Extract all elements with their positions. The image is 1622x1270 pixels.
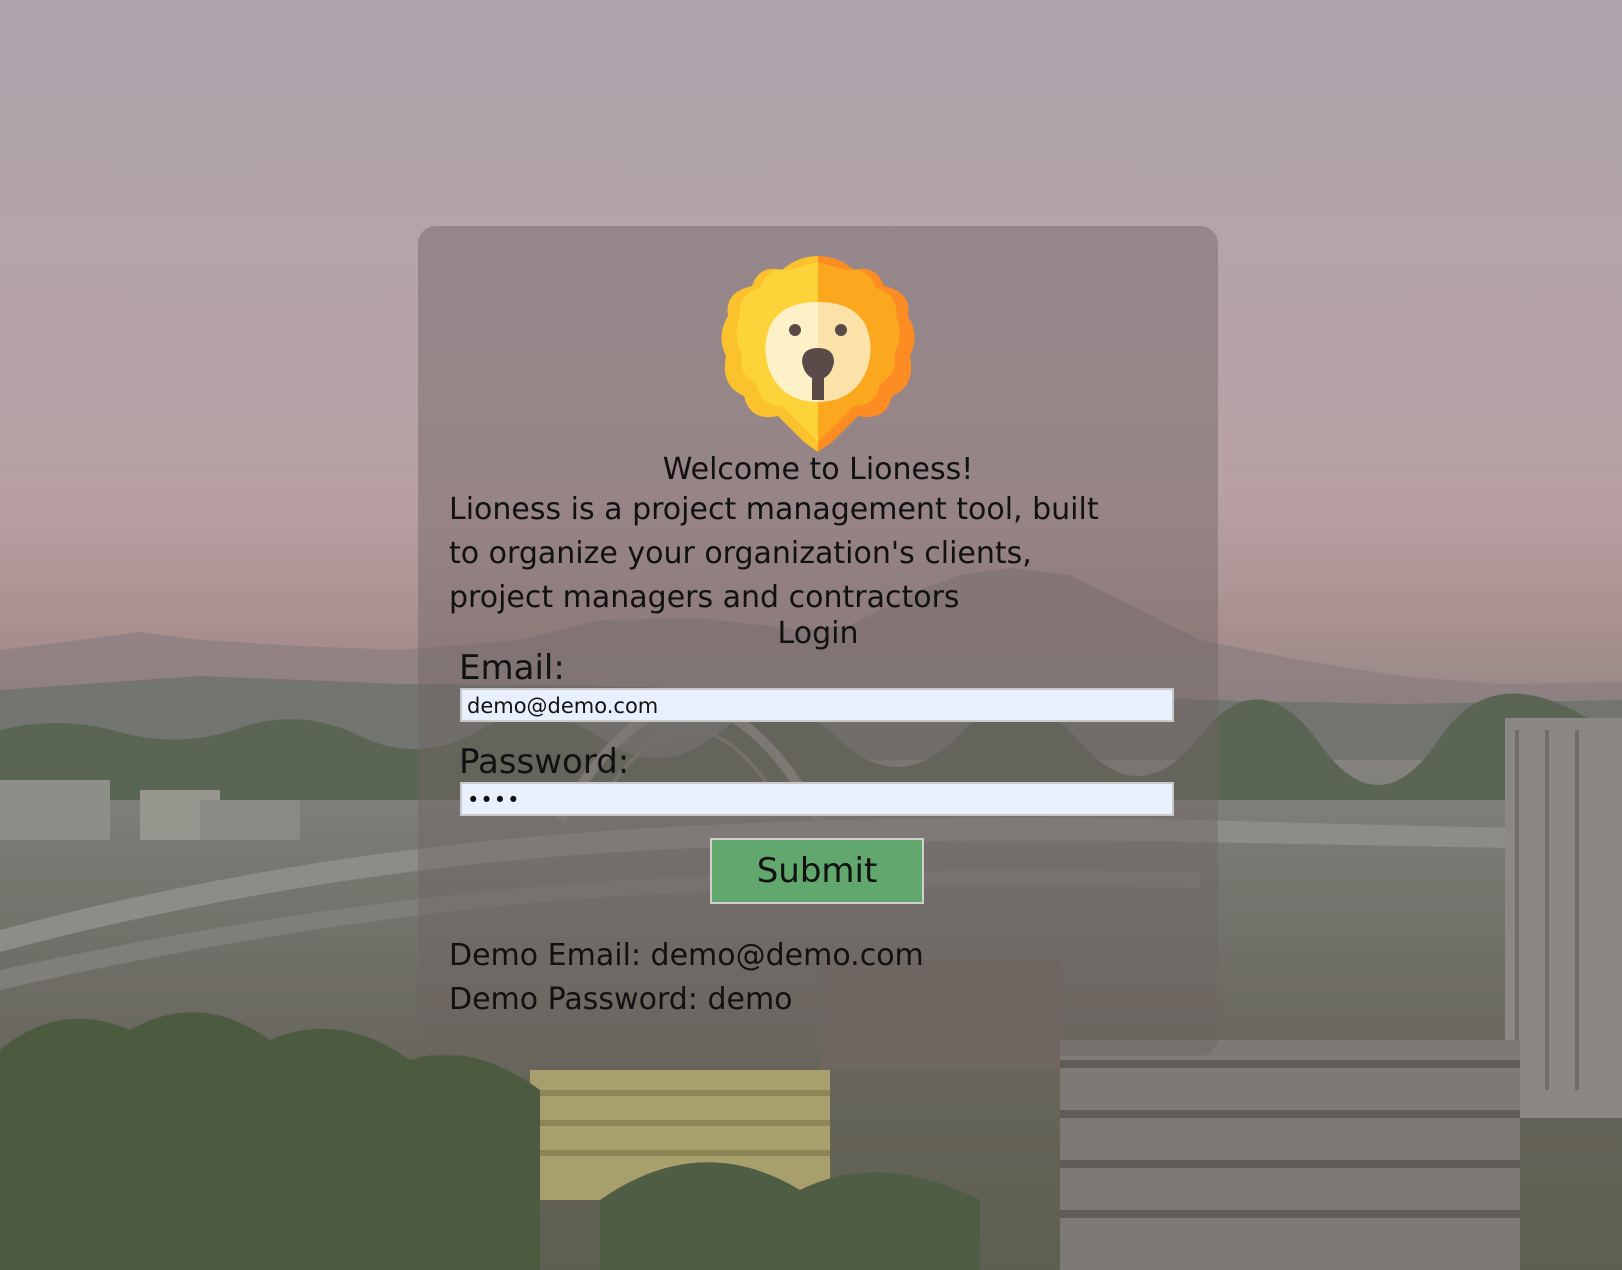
- login-title: Login: [777, 616, 859, 651]
- email-label: Email:: [459, 648, 565, 688]
- lion-icon: [720, 256, 916, 452]
- email-field[interactable]: demo@demo.com: [460, 688, 1174, 722]
- welcome-heading: Welcome to Lioness!: [662, 452, 974, 487]
- password-label: Password:: [459, 742, 630, 782]
- demo-email-text: Demo Email: demo@demo.com: [449, 938, 924, 973]
- submit-button[interactable]: Submit: [710, 838, 924, 904]
- password-field[interactable]: ••••: [460, 782, 1174, 816]
- login-card: Welcome to Lioness! Lioness is a project…: [418, 226, 1218, 1056]
- demo-password-text: Demo Password: demo: [449, 982, 793, 1017]
- app-description: Lioness is a project management tool, bu…: [449, 492, 1099, 615]
